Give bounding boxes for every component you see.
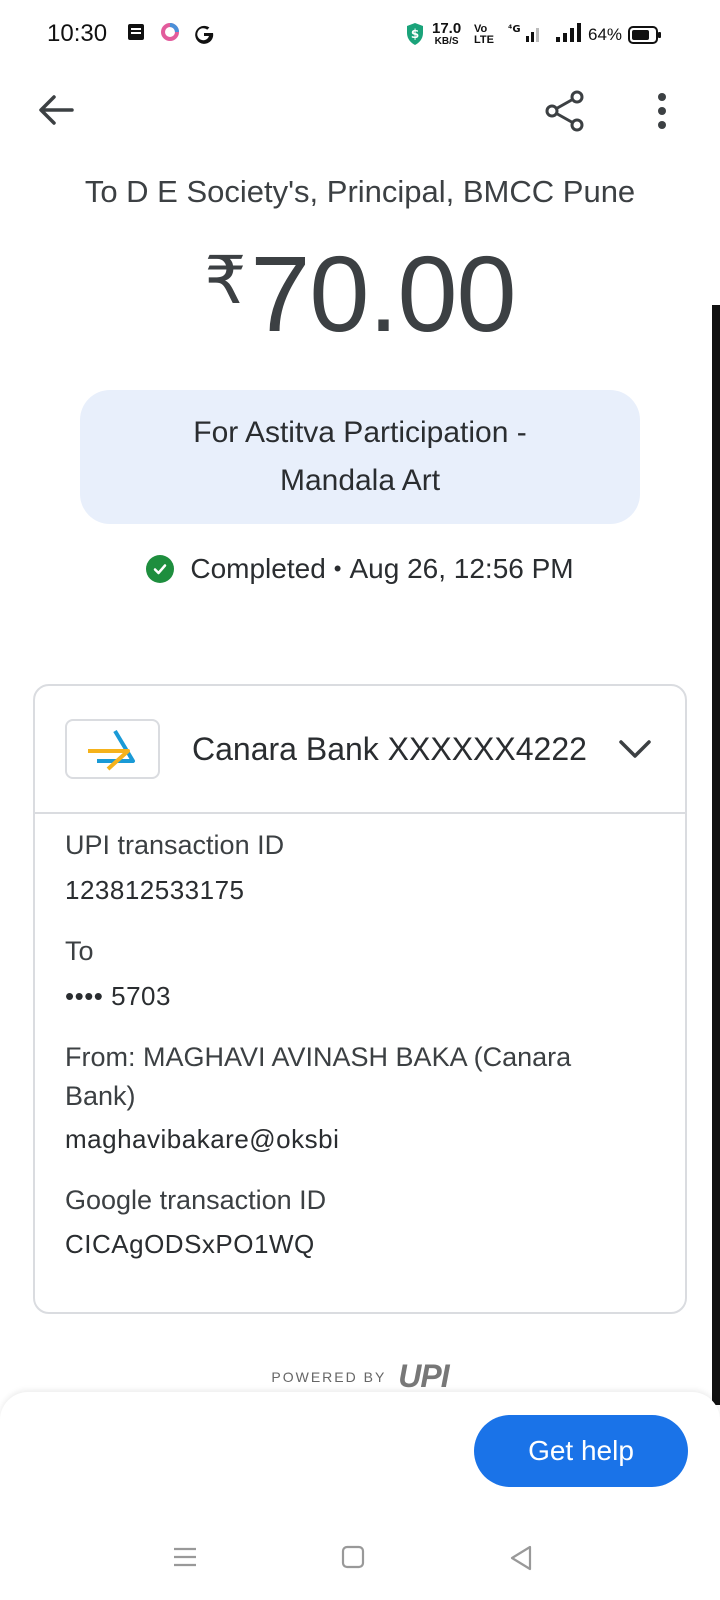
- payment-note-text: For Astitva Participation - Mandala Art: [193, 416, 527, 497]
- from-label-line2: Bank): [65, 1081, 136, 1111]
- notes-icon: [126, 22, 146, 47]
- speed-unit: KB/S: [434, 36, 459, 47]
- from-value: maghavibakare@oksbi: [65, 1124, 340, 1154]
- shield-icon: $: [405, 22, 425, 51]
- amount: ₹70.00: [0, 240, 720, 348]
- system-nav-bar: [0, 1520, 720, 1600]
- to-value: •••• 5703: [65, 981, 171, 1011]
- signal-4g-icon: ⁴G: [508, 22, 544, 49]
- payee-title: To D E Society's, Principal, BMCC Pune: [84, 174, 636, 209]
- google-txn-value: CICAgODSxPO1WQ: [65, 1229, 315, 1259]
- battery-icon: [628, 25, 662, 50]
- upi-id-value: 123812533175: [65, 875, 245, 905]
- volte-indicator: Vo LTE: [474, 23, 494, 46]
- chevron-down-icon[interactable]: [615, 734, 655, 764]
- check-circle-icon: [146, 555, 175, 583]
- transaction-details-card: Canara Bank XXXXXX4222 UPI transaction I…: [33, 684, 687, 1314]
- share-button[interactable]: [540, 86, 590, 136]
- signal-icon: [554, 22, 584, 49]
- to-label: To: [65, 936, 94, 966]
- bank-account-row[interactable]: Canara Bank XXXXXX4222: [35, 686, 685, 814]
- currency-symbol: ₹: [204, 243, 247, 317]
- from-label-line1: From: MAGHAVI AVINASH BAKA (Canara: [65, 1042, 572, 1072]
- canara-bank-logo: [65, 719, 160, 779]
- status-datetime: Aug 26, 12:56 PM: [349, 553, 574, 584]
- payment-status: Completed • Aug 26, 12:56 PM: [0, 553, 720, 585]
- speed-value: 17.0: [432, 20, 462, 37]
- share-icon: [545, 90, 584, 132]
- powered-by-upi: POWERED BY UPI: [0, 1358, 720, 1395]
- net-speed: 17.0 KB/S: [432, 20, 462, 48]
- more-options-button[interactable]: [648, 86, 676, 136]
- status-separator: •: [333, 556, 342, 581]
- back-nav-icon[interactable]: [508, 1544, 534, 1577]
- arrow-back-icon: [39, 95, 74, 125]
- home-nav-icon[interactable]: [340, 1544, 366, 1575]
- upi-logo: UPI: [398, 1358, 449, 1394]
- bank-account-label: Canara Bank XXXXXX4222: [192, 731, 587, 767]
- payment-note: For Astitva Participation - Mandala Art: [80, 390, 640, 524]
- svg-text:⁴G: ⁴G: [508, 24, 521, 35]
- battery-percent: 64%: [588, 25, 623, 44]
- amount-value: 70.00: [250, 233, 516, 354]
- back-button[interactable]: [30, 88, 82, 132]
- powered-by-text: POWERED BY: [271, 1368, 387, 1385]
- status-text: Completed: [190, 553, 326, 584]
- status-time: 10:30: [47, 20, 108, 47]
- scrollbar[interactable]: [712, 305, 720, 1405]
- svg-text:$: $: [411, 27, 419, 41]
- google-icon: [193, 22, 215, 49]
- menu-nav-icon[interactable]: [172, 1544, 198, 1575]
- ring-app-icon: [160, 22, 180, 47]
- more-vert-icon: [658, 93, 666, 129]
- upi-id-label: UPI transaction ID: [65, 830, 285, 860]
- status-bar: 10:30 $ 17.0 KB/S Vo LTE ⁴G 64%: [0, 0, 720, 70]
- google-txn-label: Google transaction ID: [65, 1185, 327, 1215]
- get-help-button[interactable]: Get help: [474, 1415, 688, 1487]
